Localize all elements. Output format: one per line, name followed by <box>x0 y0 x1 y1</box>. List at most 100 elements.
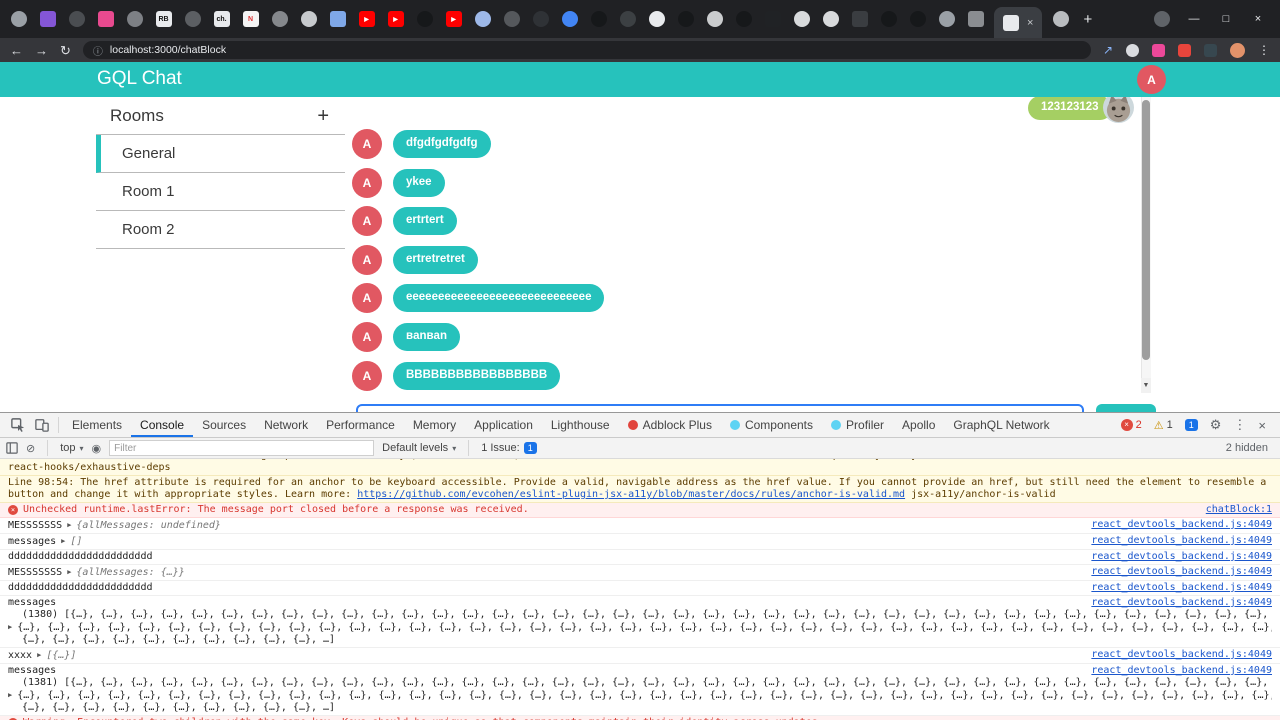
room-item-general[interactable]: General <box>96 135 345 173</box>
issue-chip[interactable]: 1 Issue: 1 <box>481 442 537 454</box>
user-avatar[interactable]: A <box>1137 65 1166 94</box>
browser-tab[interactable] <box>271 11 288 27</box>
clear-console-icon[interactable]: ⊘ <box>26 442 35 455</box>
console-sidebar-icon[interactable] <box>6 442 18 454</box>
devtools-tab-components[interactable]: Components <box>721 413 822 437</box>
browser-tab[interactable] <box>648 11 665 27</box>
expand-arrow-icon[interactable]: ▶ <box>67 519 71 531</box>
browser-tab[interactable] <box>10 11 27 27</box>
expand-arrow-icon[interactable]: ▶ <box>67 566 71 578</box>
minimize-button[interactable]: — <box>1186 13 1202 25</box>
expand-arrow-icon[interactable]: ▶ <box>8 621 12 633</box>
devtools-close-button[interactable]: × <box>1258 418 1266 433</box>
room-item-room1[interactable]: Room 1 <box>96 173 345 211</box>
extension-icon[interactable] <box>1152 43 1165 57</box>
warning-count-badge[interactable]: ⚠ 1 <box>1154 419 1173 432</box>
scroll-down-icon[interactable]: ▼ <box>1141 378 1151 393</box>
add-room-button[interactable]: + <box>317 106 329 126</box>
devtools-tab-adblock[interactable]: Adblock Plus <box>619 413 721 437</box>
browser-profile-avatar[interactable] <box>1230 42 1245 58</box>
browser-tab[interactable] <box>822 11 839 27</box>
browser-tab[interactable] <box>793 11 810 27</box>
extension-icon[interactable] <box>1178 43 1191 57</box>
youtube-tab[interactable]: ▶ <box>358 11 375 27</box>
forward-button[interactable]: → <box>35 44 48 57</box>
extension-icon[interactable] <box>1204 43 1217 57</box>
browser-tab[interactable] <box>735 11 752 27</box>
browser-tab[interactable] <box>880 11 897 27</box>
browser-menu-icon[interactable]: ⋮ <box>1258 43 1270 57</box>
source-link[interactable]: react_devtools_backend.js:4049 <box>1091 551 1272 563</box>
devtools-tab-network[interactable]: Network <box>255 413 317 437</box>
youtube-tab[interactable]: ▶ <box>387 11 404 27</box>
source-link[interactable]: react_devtools_backend.js:4049 <box>1091 566 1272 578</box>
browser-tab[interactable] <box>967 11 984 27</box>
browser-tab[interactable]: ch. <box>213 11 230 27</box>
youtube-tab[interactable]: ▶ <box>445 11 462 27</box>
expand-arrow-icon[interactable]: ▶ <box>8 689 12 701</box>
browser-tab[interactable] <box>851 11 868 27</box>
error-count-badge[interactable]: × 2 <box>1120 419 1142 431</box>
window-close-button[interactable]: × <box>1250 13 1266 25</box>
browser-tab[interactable] <box>329 11 346 27</box>
browser-tab[interactable] <box>503 11 520 27</box>
devtools-tab-profiler[interactable]: Profiler <box>822 413 893 437</box>
source-link[interactable]: chatBlock:1 <box>1205 504 1272 516</box>
source-link[interactable]: react_devtools_backend.js:4049 <box>1091 519 1272 531</box>
browser-tab[interactable] <box>706 11 723 27</box>
browser-tab[interactable]: N <box>242 11 259 27</box>
devtools-tab-application[interactable]: Application <box>465 413 542 437</box>
expand-arrow-icon[interactable]: ▶ <box>61 535 65 547</box>
browser-tab[interactable]: RB <box>155 11 172 27</box>
browser-tab[interactable] <box>39 11 56 27</box>
browser-tab[interactable] <box>590 11 607 27</box>
browser-tab[interactable] <box>68 11 85 27</box>
browser-tab[interactable] <box>677 11 694 27</box>
back-button[interactable]: ← <box>10 44 23 57</box>
browser-tab[interactable] <box>474 11 491 27</box>
new-tab-button[interactable]: + <box>1083 11 1092 28</box>
devtools-menu-icon[interactable]: ⋮ <box>1233 417 1246 433</box>
browser-tab[interactable] <box>909 11 926 27</box>
log-levels-dropdown[interactable]: Default levels ▾ <box>382 442 456 454</box>
source-link[interactable]: react_devtools_backend.js:4049 <box>1091 582 1272 594</box>
live-expression-eye-icon[interactable]: ◉ <box>92 442 102 455</box>
browser-tab[interactable] <box>938 11 955 27</box>
browser-tab[interactable] <box>416 11 433 27</box>
context-selector[interactable]: top ▾ <box>60 442 83 454</box>
browser-tab[interactable] <box>619 11 636 27</box>
console-filter-input[interactable] <box>109 440 375 456</box>
device-toolbar-icon[interactable] <box>30 418 54 432</box>
message-input[interactable] <box>356 404 1084 412</box>
source-link[interactable]: react_devtools_backend.js:4049 <box>1091 649 1272 661</box>
send-button[interactable] <box>1096 404 1156 412</box>
address-bar[interactable]: ⓘ localhost:3000/chatBlock <box>82 41 1091 59</box>
browser-tab[interactable] <box>1052 11 1069 27</box>
scrollbar-thumb[interactable] <box>1142 100 1150 360</box>
send-to-devices-icon[interactable]: ↗ <box>1103 43 1113 57</box>
site-info-icon[interactable]: ⓘ <box>93 43 103 58</box>
issues-badge[interactable]: 1 <box>1184 419 1198 431</box>
browser-tab[interactable] <box>561 11 578 27</box>
room-item-room2[interactable]: Room 2 <box>96 211 345 249</box>
devtools-tab-elements[interactable]: Elements <box>63 413 131 437</box>
console-link[interactable]: https://github.com/evcohen/eslint-plugin… <box>357 489 905 500</box>
devtools-tab-lighthouse[interactable]: Lighthouse <box>542 413 619 437</box>
inspect-icon[interactable] <box>6 418 30 432</box>
devtools-tab-performance[interactable]: Performance <box>317 413 404 437</box>
reload-button[interactable]: ↻ <box>60 44 71 57</box>
tab-search-icon[interactable] <box>1154 11 1170 27</box>
active-tab[interactable]: × <box>994 7 1043 38</box>
source-link[interactable]: react_devtools_backend.js:4049 <box>1091 597 1272 609</box>
devtools-tab-apollo[interactable]: Apollo <box>893 413 944 437</box>
browser-tab[interactable] <box>97 11 114 27</box>
extension-icon[interactable] <box>1126 43 1139 57</box>
browser-tab[interactable] <box>764 11 781 27</box>
devtools-tab-graphql-network[interactable]: GraphQL Network <box>944 413 1058 437</box>
tab-close-icon[interactable]: × <box>1027 17 1033 29</box>
settings-gear-icon[interactable]: ⚙ <box>1210 417 1222 433</box>
expand-arrow-icon[interactable]: ▶ <box>37 649 41 661</box>
browser-tab[interactable] <box>126 11 143 27</box>
devtools-tab-sources[interactable]: Sources <box>193 413 255 437</box>
devtools-tab-memory[interactable]: Memory <box>404 413 465 437</box>
